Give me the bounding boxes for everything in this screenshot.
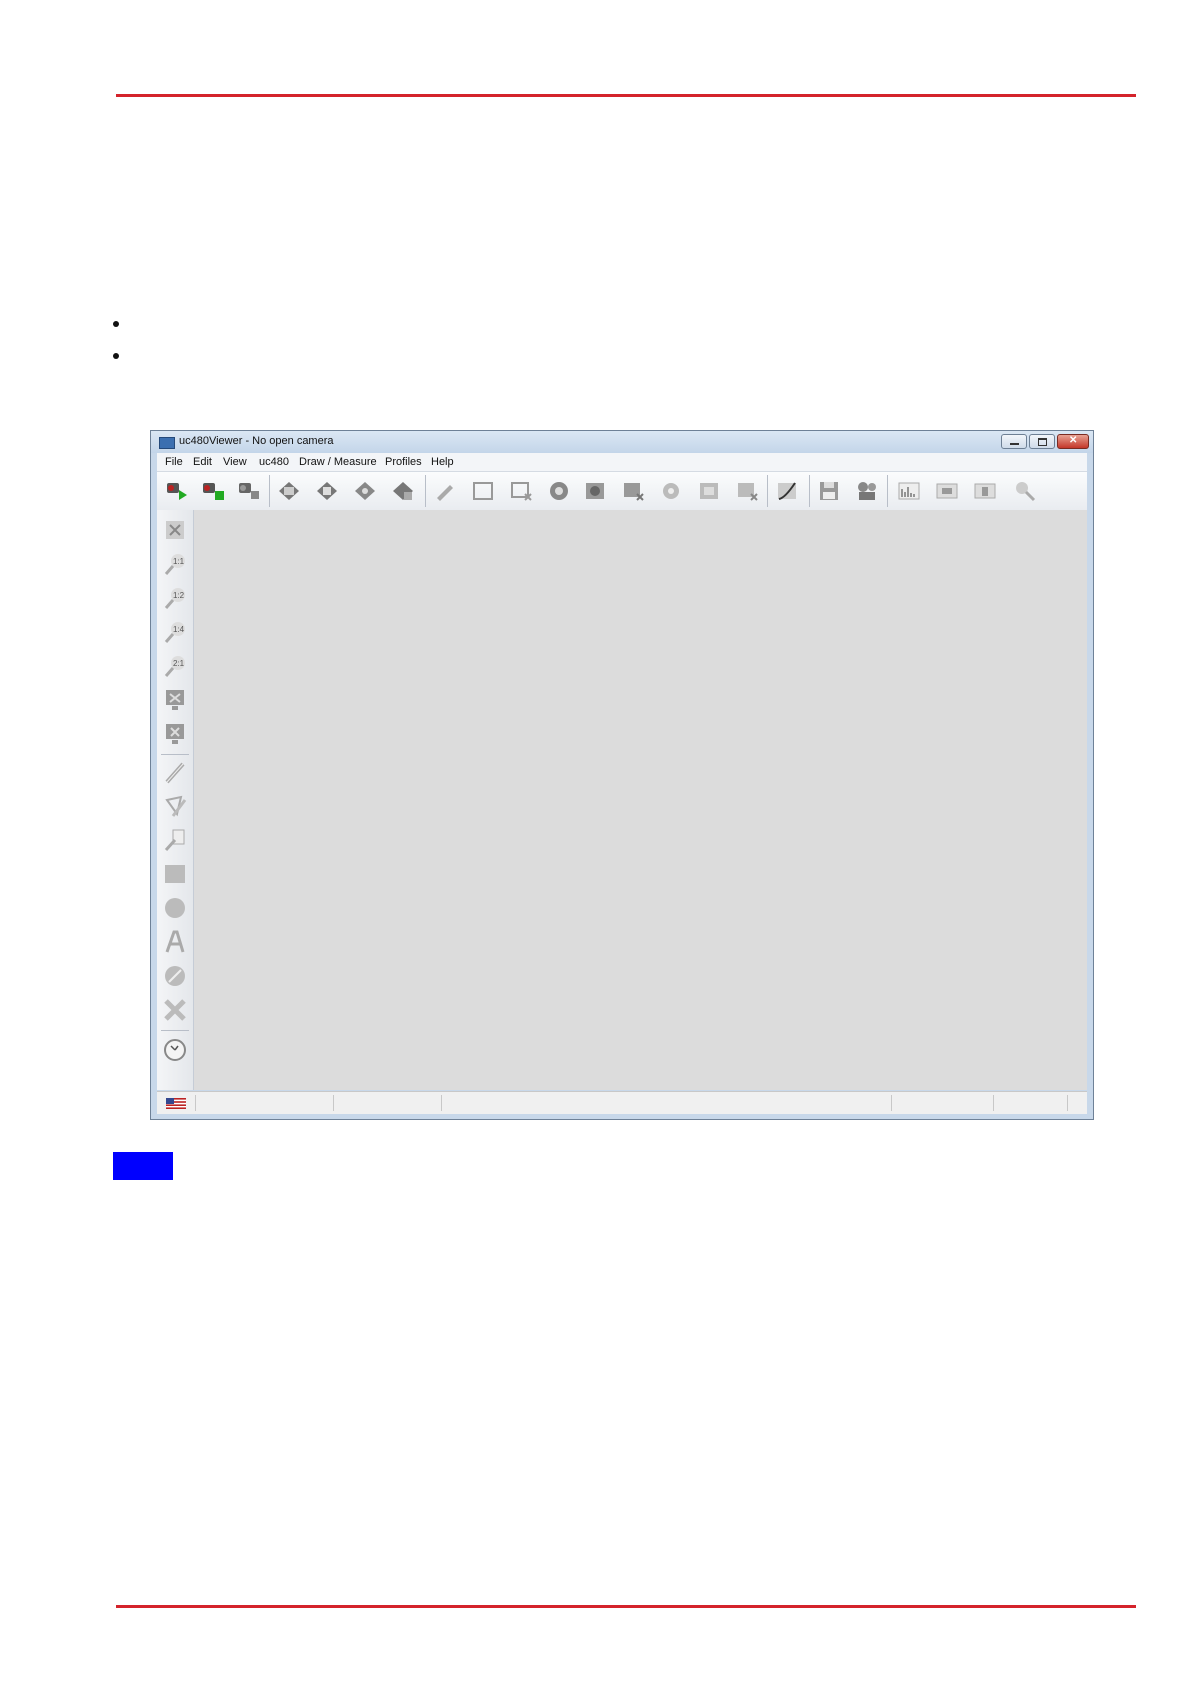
- zoom-1-2-label: 1:2: [173, 591, 185, 600]
- zoom-2-1-icon[interactable]: 2:1: [163, 654, 187, 678]
- curve-icon[interactable]: [775, 480, 799, 502]
- zoom-1-1-label: 1:1: [173, 557, 185, 566]
- hotpixel-remove-icon[interactable]: [621, 480, 645, 502]
- app-icon: [159, 437, 175, 449]
- side-toolbar: 1:1 1:2 1:4 2:1: [157, 510, 194, 1090]
- window-title: uc480Viewer - No open camera: [179, 435, 334, 447]
- auto-exposure-icon[interactable]: [659, 480, 683, 502]
- delete-drawing-icon[interactable]: [163, 998, 187, 1022]
- menu-uc480[interactable]: uc480: [259, 456, 289, 468]
- measure-icon[interactable]: [163, 828, 187, 852]
- draw-line-icon[interactable]: [163, 760, 187, 784]
- sidebar-separator: [161, 1030, 189, 1031]
- draw-ellipse-icon[interactable]: [163, 896, 187, 920]
- fullscreen-icon[interactable]: [163, 688, 187, 712]
- app-window-screenshot: uc480Viewer - No open camera File Edit V…: [150, 430, 1094, 1120]
- line-view-icon[interactable]: [935, 480, 959, 502]
- zoom-1-1-icon[interactable]: 1:1: [163, 552, 187, 576]
- color-icon[interactable]: [163, 964, 187, 988]
- sidebar-separator: [161, 754, 189, 755]
- image-display-area[interactable]: [194, 510, 1087, 1090]
- menu-profiles[interactable]: Profiles: [385, 456, 422, 468]
- status-divider: [993, 1095, 994, 1111]
- footer-rule: [116, 1605, 1136, 1608]
- us-flag-icon: [166, 1098, 186, 1109]
- column-view-icon[interactable]: [973, 480, 997, 502]
- freeze-video-icon[interactable]: [315, 480, 339, 502]
- open-camera-icon[interactable]: [165, 480, 189, 502]
- clock-icon[interactable]: [163, 1038, 187, 1062]
- status-divider: [1067, 1095, 1068, 1111]
- title-bar: uc480Viewer - No open camera: [151, 431, 1093, 453]
- monitor-icon[interactable]: [163, 722, 187, 746]
- properties-icon[interactable]: [433, 480, 457, 502]
- zoom-1-4-icon[interactable]: 1:4: [163, 620, 187, 644]
- minimize-button[interactable]: [1001, 434, 1027, 449]
- zoom-1-2-icon[interactable]: 1:2: [163, 586, 187, 610]
- hotpixel-icon[interactable]: [583, 480, 607, 502]
- roi-icon[interactable]: [697, 480, 721, 502]
- menu-view[interactable]: View: [223, 456, 247, 468]
- roi-remove-icon[interactable]: [735, 480, 759, 502]
- menu-draw-measure[interactable]: Draw / Measure: [299, 456, 377, 468]
- aoi-icon[interactable]: [471, 480, 495, 502]
- menu-file[interactable]: File: [165, 456, 183, 468]
- menu-edit[interactable]: Edit: [193, 456, 212, 468]
- toolbar-separator: [767, 475, 768, 507]
- record-video-icon[interactable]: [855, 480, 879, 502]
- header-rule: [116, 94, 1136, 97]
- close-camera-icon[interactable]: [237, 480, 261, 502]
- toolbar-separator: [887, 475, 888, 507]
- maximize-button[interactable]: [1029, 434, 1055, 449]
- toolbar-separator: [269, 475, 270, 507]
- menu-help[interactable]: Help: [431, 456, 454, 468]
- auto-settings-icon[interactable]: [547, 480, 571, 502]
- status-bar: [157, 1091, 1087, 1114]
- live-video-icon[interactable]: [277, 480, 301, 502]
- zoom-1-4-label: 1:4: [173, 625, 185, 634]
- toolbar-separator: [425, 475, 426, 507]
- stop-video-icon[interactable]: [391, 480, 415, 502]
- main-toolbar: [157, 471, 1087, 511]
- status-divider: [195, 1095, 196, 1111]
- draw-polygon-icon[interactable]: [163, 794, 187, 818]
- note-label-block: [113, 1152, 173, 1180]
- status-divider: [441, 1095, 442, 1111]
- menu-bar: File Edit View uc480 Draw / Measure Prof…: [157, 453, 1087, 471]
- draw-text-icon[interactable]: [163, 930, 187, 954]
- zoom-icon[interactable]: [1013, 480, 1037, 502]
- status-divider: [891, 1095, 892, 1111]
- save-icon[interactable]: [817, 480, 841, 502]
- toolbar-separator: [809, 475, 810, 507]
- status-divider: [333, 1095, 334, 1111]
- zoom-2-1-label: 2:1: [173, 659, 185, 668]
- bullet-2: [113, 353, 119, 359]
- fit-window-icon[interactable]: [163, 518, 187, 542]
- close-button[interactable]: [1057, 434, 1089, 449]
- open-camera-live-icon[interactable]: [201, 480, 225, 502]
- aoi-remove-icon[interactable]: [509, 480, 533, 502]
- bullet-1: [113, 321, 119, 327]
- draw-rectangle-icon[interactable]: [163, 862, 187, 886]
- snapshot-video-icon[interactable]: [353, 480, 377, 502]
- histogram-icon[interactable]: [897, 480, 921, 502]
